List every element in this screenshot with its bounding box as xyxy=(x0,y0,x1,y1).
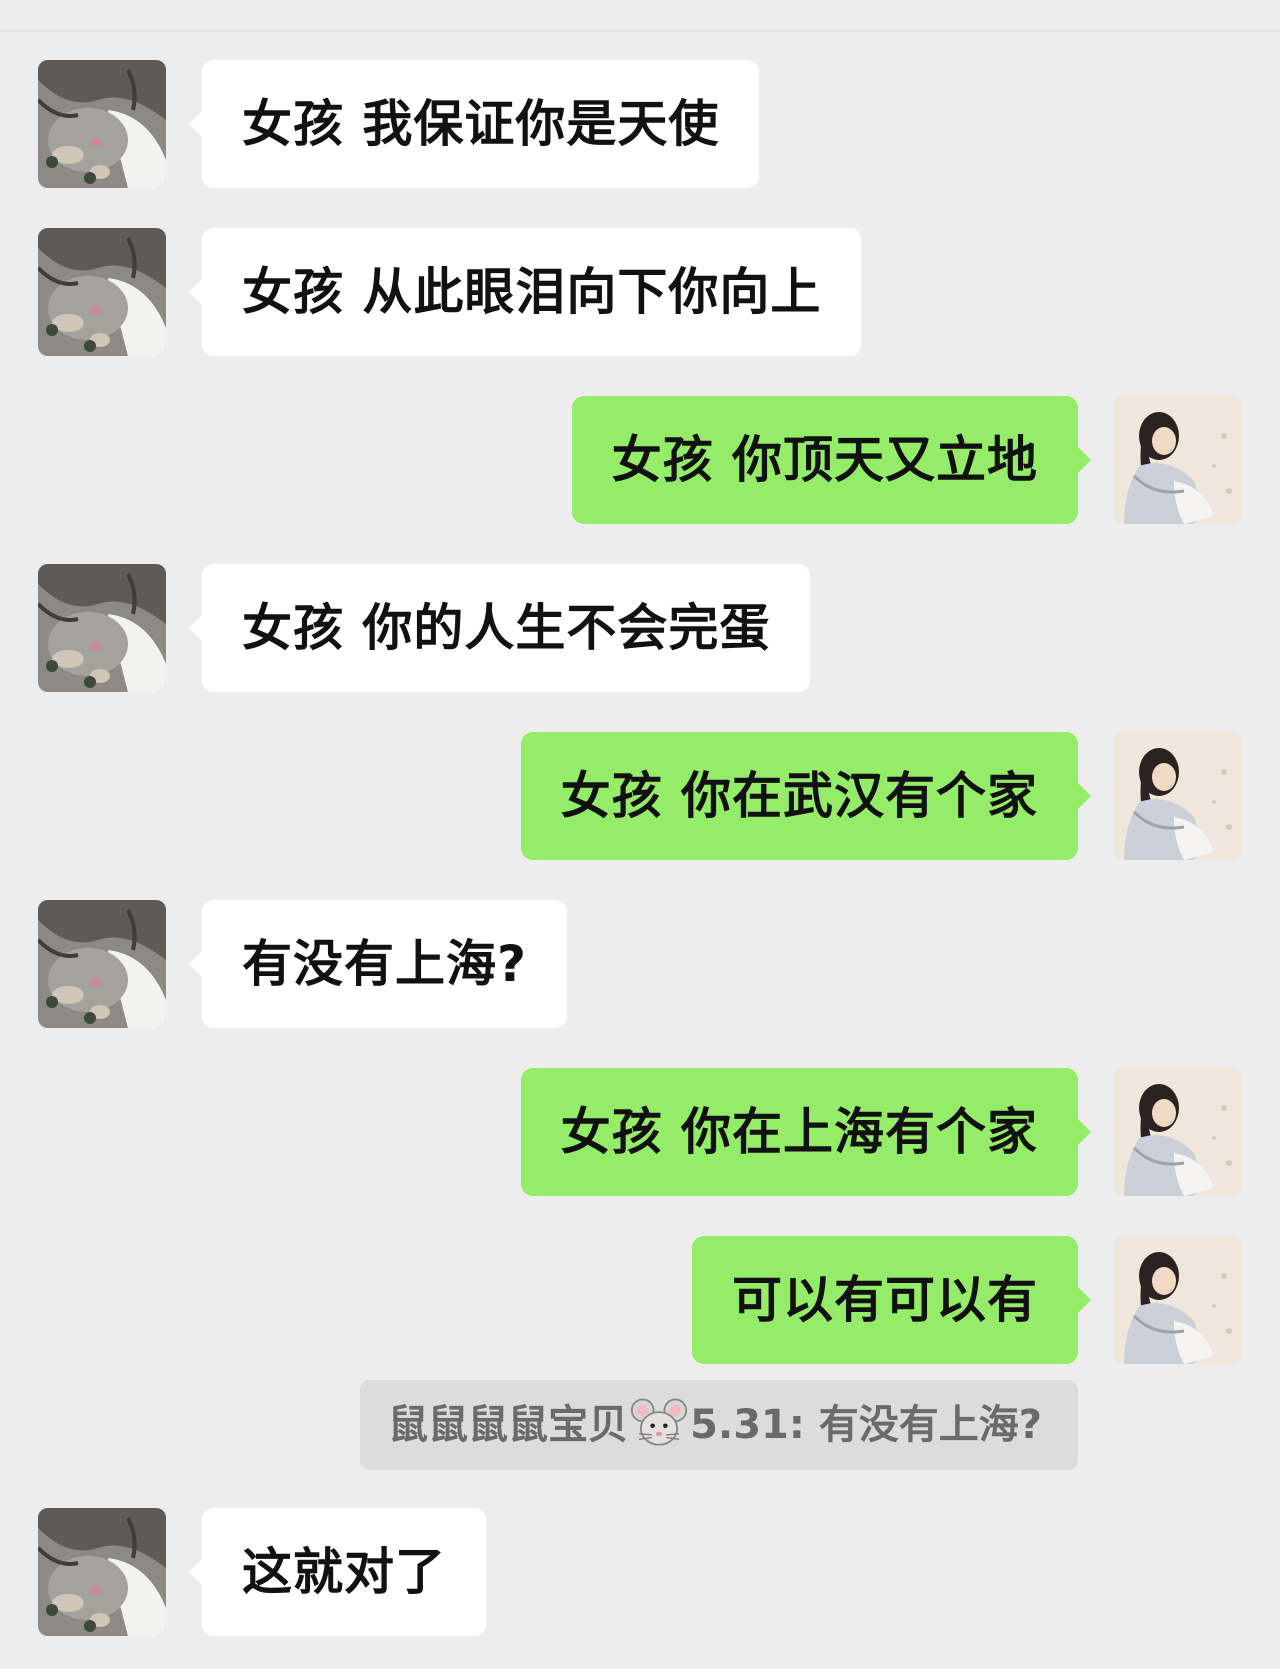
quote-sender: 鼠鼠鼠鼠宝贝 xyxy=(388,1402,629,1448)
message-row: 女孩 你的人生不会完蛋 xyxy=(0,564,1280,692)
message-row: 女孩 你顶天又立地 xyxy=(0,396,1280,524)
girl-avatar[interactable] xyxy=(1114,396,1242,524)
cat-avatar-image xyxy=(38,228,166,356)
girl-avatar-image xyxy=(1114,1236,1242,1364)
cat-avatar-image xyxy=(38,1508,166,1636)
cat-avatar[interactable] xyxy=(38,1508,166,1636)
incoming-message-bubble[interactable]: 女孩 从此眼泪向下你向上 xyxy=(188,228,862,356)
message-row: 女孩 我保证你是天使 xyxy=(0,60,1280,188)
incoming-message-bubble[interactable]: 有没有上海? xyxy=(188,900,568,1028)
incoming-message-bubble[interactable]: 女孩 你的人生不会完蛋 xyxy=(188,564,811,692)
cat-avatar[interactable] xyxy=(38,564,166,692)
message-row: 女孩 你在上海有个家 xyxy=(0,1068,1280,1196)
message-row: 女孩 从此眼泪向下你向上 xyxy=(0,228,1280,356)
girl-avatar-image xyxy=(1114,1068,1242,1196)
outgoing-message-bubble[interactable]: 女孩 你在武汉有个家 xyxy=(520,732,1092,860)
quote-text: 5.31: 有没有上海? xyxy=(690,1402,1042,1448)
cat-avatar[interactable] xyxy=(38,228,166,356)
girl-avatar-image xyxy=(1114,396,1242,524)
quoted-message[interactable]: 鼠鼠鼠鼠宝贝 5.31: 有没有上海? xyxy=(360,1380,1078,1470)
message-row: 可以有可以有 xyxy=(0,1236,1280,1364)
cat-avatar[interactable] xyxy=(38,60,166,188)
message-row: 这就对了 xyxy=(0,1508,1280,1636)
girl-avatar[interactable] xyxy=(1114,732,1242,860)
top-divider xyxy=(0,30,1280,32)
girl-avatar[interactable] xyxy=(1114,1068,1242,1196)
message-row: 女孩 你在武汉有个家 xyxy=(0,732,1280,860)
outgoing-message-bubble[interactable]: 女孩 你顶天又立地 xyxy=(571,396,1092,524)
cat-avatar-image xyxy=(38,60,166,188)
outgoing-message-bubble[interactable]: 可以有可以有 xyxy=(692,1236,1091,1364)
mouse-face-icon xyxy=(631,1398,688,1446)
incoming-message-bubble[interactable]: 这就对了 xyxy=(189,1508,486,1636)
incoming-message-bubble[interactable]: 女孩 我保证你是天使 xyxy=(188,60,760,188)
outgoing-message-bubble[interactable]: 女孩 你在上海有个家 xyxy=(520,1068,1092,1196)
girl-avatar-image xyxy=(1114,732,1242,860)
girl-avatar[interactable] xyxy=(1114,1236,1242,1364)
cat-avatar-image xyxy=(38,564,166,692)
message-row: 有没有上海? xyxy=(0,900,1280,1028)
cat-avatar-image xyxy=(38,900,166,1028)
cat-avatar[interactable] xyxy=(38,900,166,1028)
